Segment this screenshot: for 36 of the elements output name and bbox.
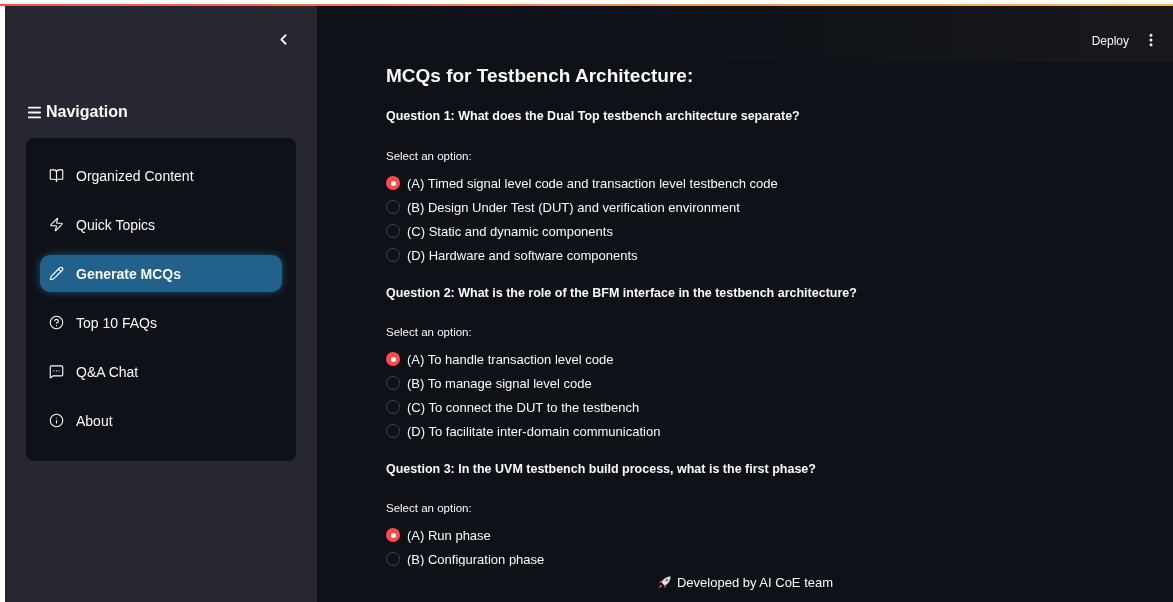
radio-option[interactable]: (C) To connect the DUT to the testbench: [386, 395, 640, 419]
question-text: Question 2: What is the role of the BFM interface in the testbench architecture?: [386, 285, 858, 302]
navigation-heading: Navigation: [46, 103, 128, 121]
question-text: Question 3: In the UVM testbench build process, what is the first phase?: [386, 461, 817, 478]
info-icon: [49, 413, 64, 428]
nav-item[interactable]: Top 10 FAQs: [40, 304, 282, 341]
radio-option[interactable]: (A) Run phase: [386, 523, 491, 547]
lightning-icon: [49, 217, 64, 232]
nav-item[interactable]: About: [40, 402, 282, 439]
question-text: Question 1: What does the Dual Top testbench architecture separate?: [386, 108, 801, 125]
page-title: MCQs for Testbench Architecture:: [386, 64, 695, 88]
chat-icon: [49, 364, 64, 379]
nav-item[interactable]: Generate MCQs: [40, 255, 282, 292]
nav-item[interactable]: Organized Content: [40, 157, 282, 194]
radio-option[interactable]: (D) To facilitate inter-domain communication: [386, 419, 661, 443]
deploy-button[interactable]: Deploy: [1091, 32, 1129, 50]
radio-option[interactable]: (C) Static and dynamic components: [386, 219, 613, 243]
option-prompt: Select an option:: [386, 149, 473, 164]
radio-button[interactable]: [386, 352, 400, 366]
radio-option[interactable]: (B) To manage signal level code: [386, 371, 592, 395]
radio-option[interactable]: (A) To handle transaction level code: [386, 347, 614, 371]
radio-option[interactable]: (D) Hardware and software components: [386, 243, 638, 267]
nav-item[interactable]: Q&A Chat: [40, 353, 282, 390]
option-prompt: Select an option:: [386, 501, 473, 516]
radio-option[interactable]: (A) Timed signal level code and transaction level testbench code: [386, 171, 778, 195]
radio-option[interactable]: (B) Design Under Test (DUT) and verification environment: [386, 195, 740, 219]
option-prompt: Select an option:: [386, 325, 473, 340]
help-icon: [49, 315, 64, 330]
radio-button[interactable]: [386, 176, 400, 190]
radio-option[interactable]: (B) Configuration phase: [386, 547, 545, 566]
pencil-icon: [49, 266, 64, 281]
nav-item[interactable]: Quick Topics: [40, 206, 282, 243]
rocket-icon: [656, 574, 672, 590]
footer-text: Developed by AI CoE team: [676, 574, 834, 590]
book-icon: [49, 168, 64, 183]
radio-button[interactable]: [386, 528, 400, 542]
